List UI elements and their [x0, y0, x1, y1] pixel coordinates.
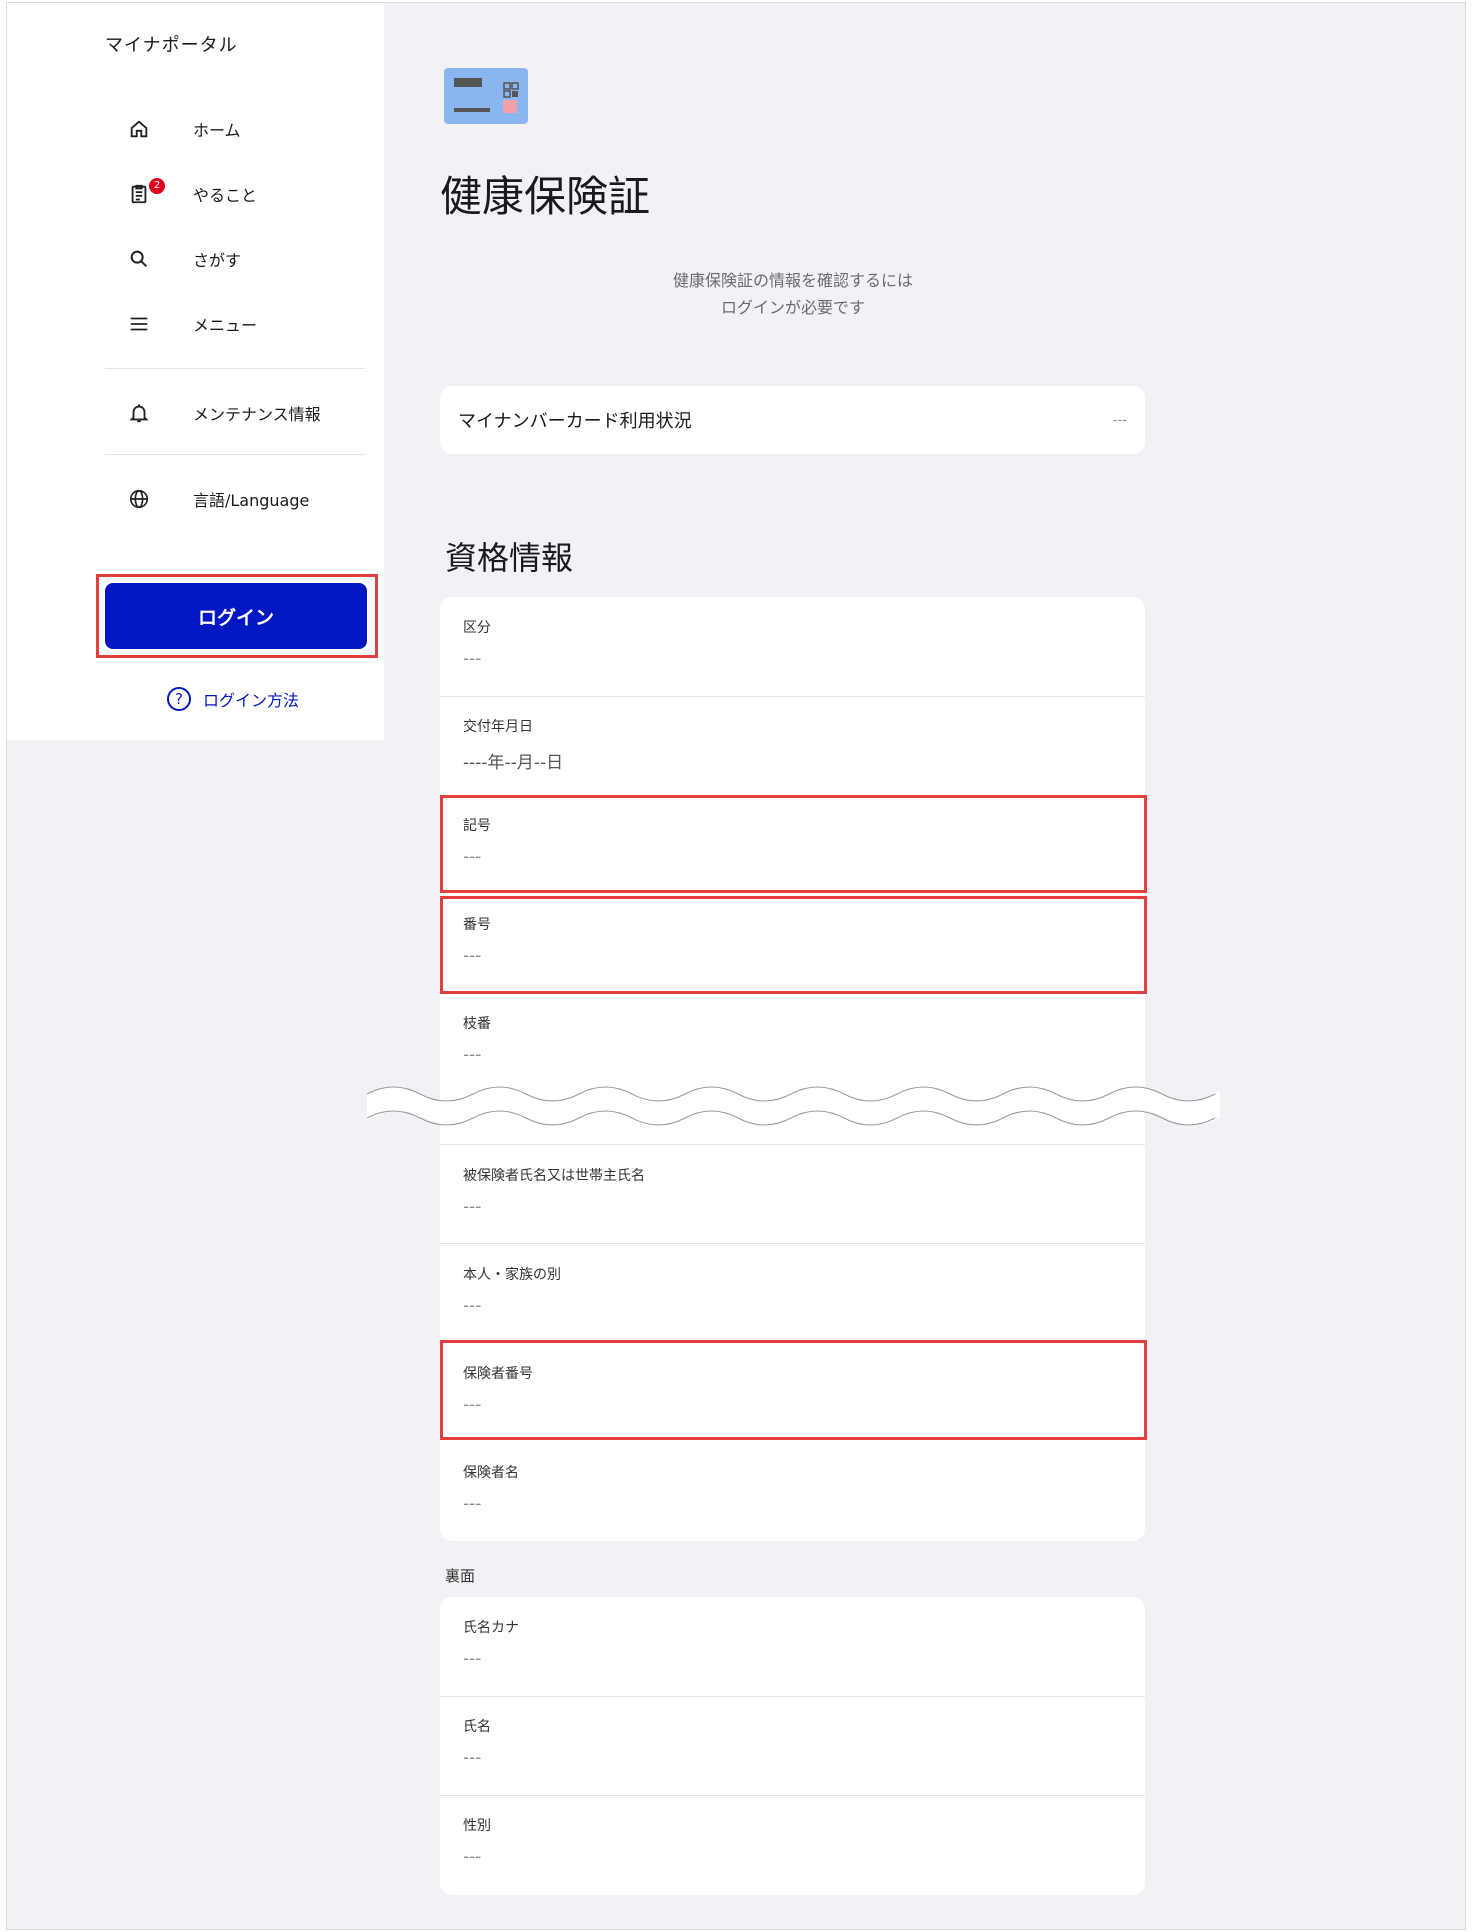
bell-icon — [125, 399, 153, 427]
nav-menu[interactable]: メニュー — [125, 304, 365, 344]
login-button[interactable]: ログイン — [105, 583, 367, 649]
back-side-title: 裏面 — [445, 1567, 476, 1585]
field-category: 区分 --- — [463, 620, 491, 669]
nav-label: さがす — [193, 251, 242, 270]
sidebar: マイナポータル ホーム 2 やること さがす メニュー メンテナンス情報 言語/… — [7, 3, 384, 740]
field-insurer-name: 保険者名 --- — [463, 1465, 519, 1514]
nav-label: メニュー — [193, 316, 258, 335]
nav-label: やること — [193, 186, 258, 205]
status-label: マイナンバーカード利用状況 — [458, 411, 692, 432]
nav-maintenance[interactable]: メンテナンス情報 — [125, 393, 365, 433]
nav-todo[interactable]: 2 やること — [125, 174, 365, 214]
search-icon — [125, 245, 153, 273]
help-icon: ? — [167, 687, 191, 711]
nav-language[interactable]: 言語/Language — [125, 479, 365, 519]
status-value: --- — [1112, 412, 1127, 428]
todo-list-icon: 2 — [125, 178, 165, 208]
howto-label: ログイン方法 — [203, 691, 300, 710]
sidebar-divider — [105, 368, 365, 369]
login-howto-link[interactable]: ? ログイン方法 — [167, 687, 299, 711]
menu-icon — [125, 310, 153, 338]
field-gender: 性別 --- — [463, 1818, 491, 1867]
content-break-wave — [367, 1086, 1220, 1126]
health-insurance-card-icon — [444, 68, 528, 124]
symbol-highlight-box — [440, 795, 1147, 893]
number-highlight-box — [440, 896, 1147, 994]
nav-home[interactable]: ホーム — [125, 109, 365, 149]
field-branch-number: 枝番 --- — [463, 1016, 491, 1065]
login-required-notice: 健康保険証の情報を確認するには ログインが必要です — [672, 271, 913, 317]
globe-icon — [125, 485, 153, 513]
sidebar-divider — [105, 454, 365, 455]
home-icon — [125, 115, 153, 143]
back-side-panel: 氏名カナ --- 氏名 --- 性別 --- — [440, 1597, 1145, 1895]
brand-logo[interactable]: マイナポータル — [105, 31, 238, 57]
field-name-kana: 氏名カナ --- — [463, 1620, 519, 1669]
nav-search[interactable]: さがす — [125, 239, 365, 279]
page-frame: マイナポータル ホーム 2 やること さがす メニュー メンテナンス情報 言語/… — [6, 2, 1466, 1930]
page-title: 健康保険証 — [440, 172, 651, 221]
nav-label: ホーム — [193, 121, 241, 140]
nav-label: メンテナンス情報 — [193, 405, 321, 424]
nav-label: 言語/Language — [193, 491, 310, 510]
section-title: 資格情報 — [445, 539, 574, 577]
field-name: 氏名 --- — [463, 1719, 491, 1768]
field-issue-date: 交付年月日 ----年--月--日 — [463, 719, 564, 773]
field-relationship: 本人・家族の別 --- — [463, 1267, 561, 1316]
insurer-number-highlight-box — [440, 1340, 1147, 1440]
card-usage-status: マイナンバーカード利用状況 --- — [440, 386, 1145, 454]
field-insured-name: 被保険者氏名又は世帯主氏名 --- — [463, 1168, 645, 1217]
todo-count-badge: 2 — [149, 178, 165, 194]
